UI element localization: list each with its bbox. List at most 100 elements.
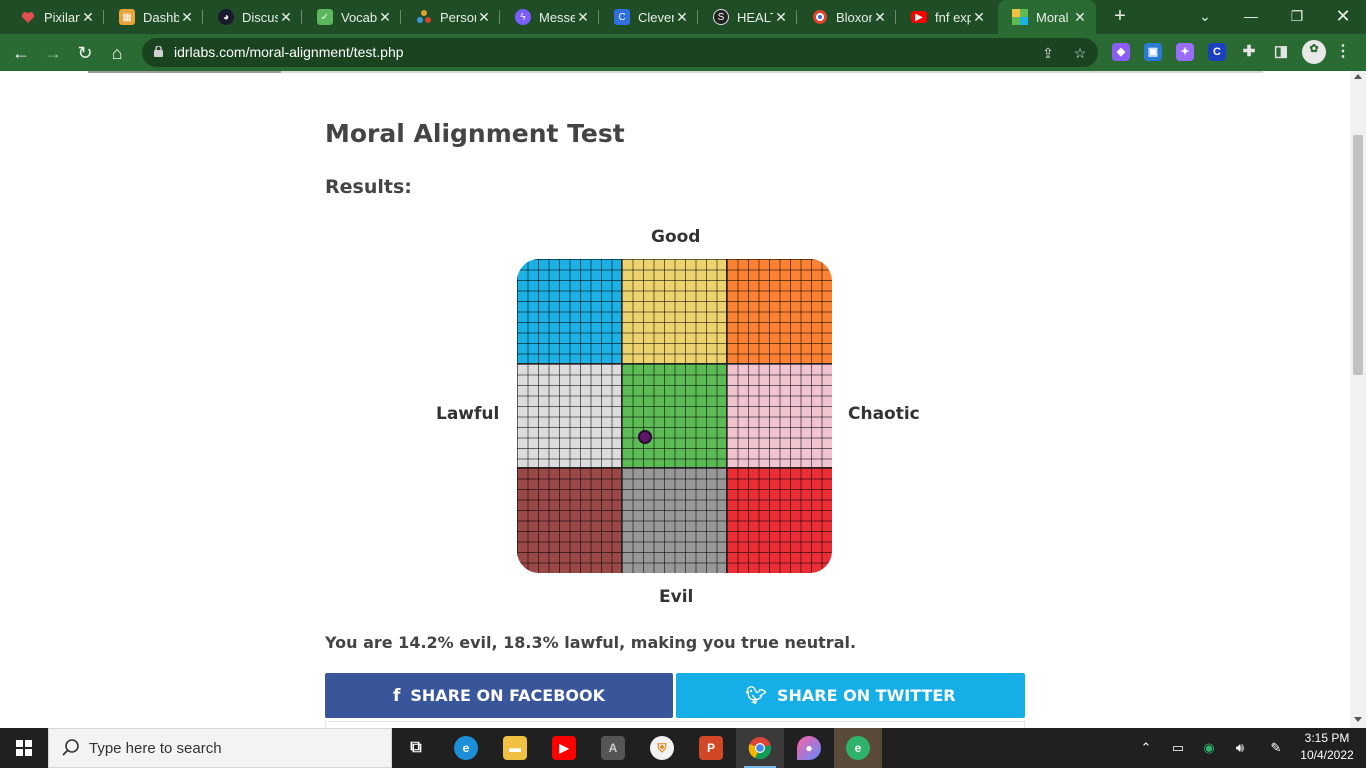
cell-chaotic-good [727,259,832,364]
target-icon [812,9,828,25]
idrlabs-icon [1012,9,1028,25]
close-tab-icon[interactable]: ✕ [773,9,789,26]
cell-neutral-good [622,259,727,364]
share-icon[interactable]: ⇪ [1038,43,1058,63]
share-facebook-label: SHARE ON FACEBOOK [410,686,606,705]
next-section-edge [325,721,1025,728]
result-marker [638,430,652,444]
tab-discussion[interactable]: ◕ Discus ✕ [204,4,302,30]
tab-clever[interactable]: C Clever ✕ [600,4,698,30]
tab-messenger[interactable]: ϟ Messe ✕ [501,4,599,30]
edge-icon[interactable]: e [442,728,490,768]
tab-moral-alignment[interactable]: Moral ✕ [998,0,1096,34]
header-divider [88,71,1263,73]
page-title: Moral Alignment Test [325,119,625,148]
tab-dashboard[interactable]: ▦ Dashb ✕ [105,4,203,30]
share-twitter-label: SHARE ON TWITTER [776,686,956,705]
youtube-app-icon[interactable]: ▶ [540,728,588,768]
address-bar[interactable]: idrlabs.com/moral-alignment/test.php ⇪ ☆ [142,38,1098,67]
taskbar-search-box[interactable]: Type here to search [48,728,392,768]
cell-lawful-evil [517,468,622,573]
pen-icon[interactable]: ✎ [1265,728,1287,768]
forward-icon[interactable]: → [40,40,66,66]
close-tab-icon[interactable]: ✕ [674,9,690,26]
discussion-icon: ◕ [218,9,234,25]
cell-chaotic-evil [727,468,832,573]
extensions-puzzle-icon[interactable]: ✚ [1240,43,1258,61]
extension-purple-icon[interactable]: ◆ [1112,43,1130,61]
powerpoint-icon[interactable]: P [687,728,735,768]
clock-time: 3:15 PM [1304,731,1350,745]
extension-tw-icon[interactable]: ✦ [1176,43,1194,61]
bookmark-star-icon[interactable]: ☆ [1070,43,1090,63]
edge-beta-icon[interactable]: e [834,728,882,768]
windows-start-icon[interactable] [0,728,48,768]
close-tab-icon[interactable]: ✕ [872,9,888,26]
scroll-thumb[interactable] [1353,135,1363,375]
tab-health[interactable]: S HEALT ✕ [699,4,797,30]
page-scrollbar[interactable] [1350,71,1366,728]
close-tab-icon[interactable]: ✕ [1072,9,1088,26]
share-twitter-button[interactable]: 🐦︎ SHARE ON TWITTER [676,673,1025,718]
cell-lawful-neutral [517,364,622,468]
paint-drop-icon[interactable]: ● [785,728,833,768]
volume-icon[interactable]: 🔊︎ [1229,728,1251,768]
side-panel-icon[interactable]: ◨ [1272,43,1290,61]
browser-toolbar: ← → ↻ ⌂ idrlabs.com/moral-alignment/test… [0,34,1366,71]
show-hidden-icons-chevron-icon[interactable]: ⌃ [1136,728,1156,768]
cell-neutral-evil [622,468,727,573]
tab-person[interactable]: Person ✕ [402,4,500,30]
close-tab-icon[interactable]: ✕ [179,9,195,26]
close-tab-icon[interactable]: ✕ [476,9,492,26]
tab-vocab[interactable]: ✓ Vocab ✕ [303,4,401,30]
file-explorer-icon[interactable]: ▬ [491,728,539,768]
security-shield-icon[interactable]: ⛨ [638,728,686,768]
windows-taskbar: Type here to search ⧉ e ▬ ▶ A ⛨ P ● e ⌃ … [0,728,1366,768]
back-icon[interactable]: ← [8,40,34,66]
minimize-icon[interactable]: — [1228,0,1274,34]
check-icon: ✓ [317,9,333,25]
messenger-icon: ϟ [515,9,531,25]
result-summary: You are 14.2% evil, 18.3% lawful, making… [325,633,857,652]
restore-icon[interactable]: ❐ [1274,0,1320,34]
grid-icon: ▦ [119,9,135,25]
close-tab-icon[interactable]: ✕ [971,9,987,26]
heart-icon [20,9,36,25]
home-icon[interactable]: ⌂ [104,40,130,66]
battery-icon[interactable]: ▭ [1167,728,1189,768]
url-text: idrlabs.com/moral-alignment/test.php [174,44,404,60]
lock-icon [154,46,163,57]
profile-avatar[interactable]: ✿ [1302,40,1326,64]
youtube-icon: ▶ [911,11,927,23]
close-tab-icon[interactable]: ✕ [80,9,96,26]
cell-true-neutral [622,364,727,468]
menu-kebab-icon[interactable]: ⋮ [1334,43,1352,61]
chrome-icon[interactable] [736,728,784,768]
close-tab-icon[interactable]: ✕ [575,9,591,26]
share-facebook-button[interactable]: f SHARE ON FACEBOOK [325,673,673,718]
extension-blue-icon[interactable]: ▣ [1144,43,1162,61]
taskbar-clock[interactable]: 3:15 PM 10/4/2022 [1296,730,1358,764]
close-tab-icon[interactable]: ✕ [278,9,294,26]
new-tab-icon[interactable]: + [1109,5,1131,27]
tab-search-chevron-icon[interactable]: ⌄ [1182,0,1228,34]
tab-pixilart[interactable]: Pixilart ✕ [6,4,104,30]
cell-chaotic-neutral [727,364,832,468]
close-window-icon[interactable]: ✕ [1320,0,1366,34]
browser-tab-strip: Pixilart ✕ ▦ Dashb ✕ ◕ Discus ✕ ✓ Vocab … [0,0,1366,34]
edge-tray-icon[interactable]: ◉ [1198,728,1220,768]
tab-bloxors[interactable]: Bloxor ✕ [798,4,896,30]
clock-date: 10/4/2022 [1300,748,1354,762]
extension-clever-icon[interactable]: C [1208,43,1226,61]
scroll-up-icon[interactable] [1354,74,1362,79]
task-view-icon[interactable]: ⧉ [392,728,440,768]
reload-icon[interactable]: ↻ [72,40,98,66]
close-tab-icon[interactable]: ✕ [377,9,393,26]
axis-label-good: Good [651,227,701,247]
search-icon [62,739,79,756]
scroll-down-icon[interactable] [1354,717,1362,722]
tab-youtube[interactable]: ▶ fnf exp ✕ [897,4,995,30]
search-placeholder: Type here to search [89,740,222,757]
app-a-icon[interactable]: A [589,728,637,768]
clever-icon: C [614,9,630,25]
